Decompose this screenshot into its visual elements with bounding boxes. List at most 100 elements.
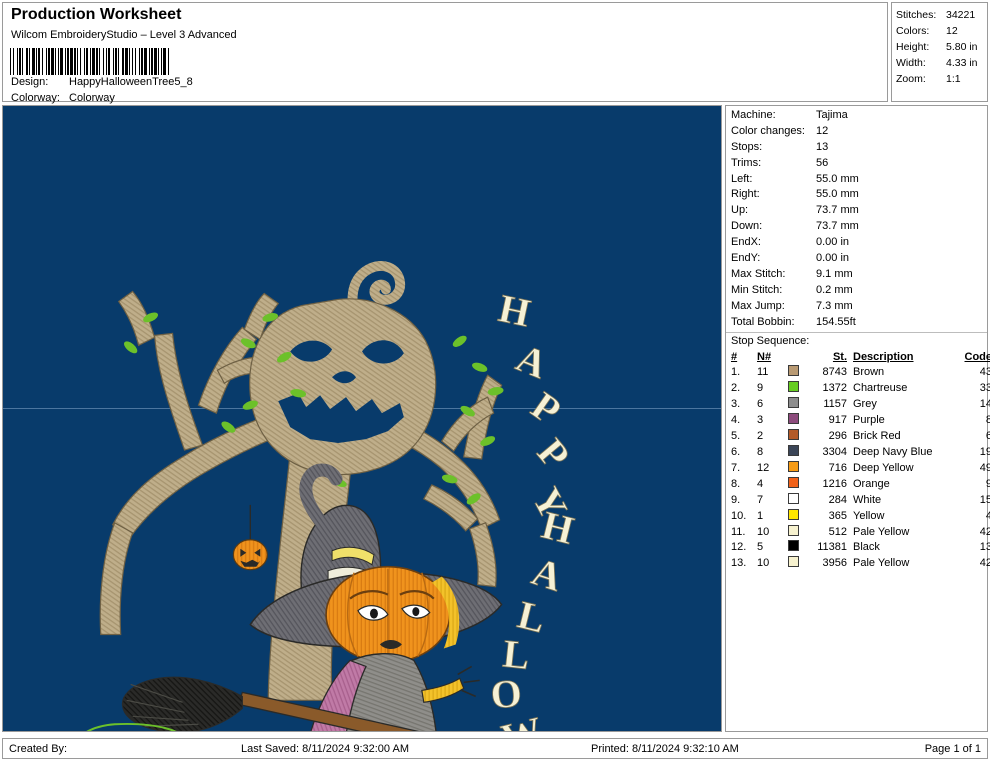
cell-color-swatch[interactable] bbox=[783, 413, 803, 429]
table-row[interactable]: 13.103956Pale Yellow42Wilcom bbox=[726, 556, 990, 572]
cell-code: 49 bbox=[979, 461, 990, 474]
info-row: Down: 73.7 mm bbox=[726, 219, 987, 235]
table-header-row: # N# St. Description Code Brand bbox=[726, 349, 990, 365]
table-row[interactable]: 3.61157Grey14Wilcom bbox=[726, 397, 990, 413]
cell-code: 33 bbox=[979, 382, 990, 395]
design-value: HappyHalloweenTree5_8 bbox=[69, 76, 193, 88]
svg-text:A: A bbox=[510, 335, 554, 388]
cell-color-swatch[interactable] bbox=[783, 476, 803, 493]
summary-row: Width: 4.33 in bbox=[892, 55, 987, 71]
cell-code: 13 bbox=[979, 541, 990, 554]
cell-code: 8 bbox=[985, 414, 990, 427]
footer-created-by: Created By: bbox=[9, 743, 68, 755]
summary-label: Colors: bbox=[896, 25, 930, 37]
cell-color-swatch[interactable] bbox=[783, 492, 803, 509]
cell-color-swatch[interactable] bbox=[783, 445, 803, 461]
info-row: Trims: 56 bbox=[726, 156, 987, 172]
table-row[interactable]: 5.2296Brick Red6Wilcom bbox=[726, 429, 990, 445]
header-title-box: Production Worksheet Wilcom EmbroiderySt… bbox=[2, 2, 888, 116]
cell-stitches: 365 bbox=[828, 509, 847, 522]
cell-code: 19 bbox=[979, 446, 990, 458]
table-row[interactable]: 1.118743Brown43Wilcom bbox=[726, 365, 990, 381]
cell-color-swatch[interactable] bbox=[783, 508, 803, 525]
cell-needle: 10 bbox=[757, 557, 770, 570]
cell-color-swatch[interactable] bbox=[783, 365, 803, 381]
happy-text-art: H A P P Y bbox=[494, 285, 579, 527]
info-value: 55.0 mm bbox=[816, 188, 859, 201]
table-row[interactable]: 9.7284White15Wilcom bbox=[726, 492, 990, 509]
cell-stitches: 296 bbox=[828, 430, 847, 443]
summary-value: 12 bbox=[946, 25, 958, 37]
embroidery-design-artwork: H A P P Y H A L L O W E E N bbox=[86, 261, 579, 731]
cell-color-swatch[interactable] bbox=[783, 540, 803, 556]
jack-o-lantern-tree-face bbox=[249, 298, 437, 476]
cell-code: 9 bbox=[985, 477, 990, 490]
cell-code: 15 bbox=[979, 493, 990, 506]
cell-color-swatch[interactable] bbox=[783, 429, 803, 445]
halloween-text-art: H A L L O W E E N bbox=[489, 501, 579, 731]
table-row[interactable]: 12.511381Black13Wilcom bbox=[726, 540, 990, 556]
cell-color-swatch[interactable] bbox=[783, 397, 803, 413]
cell-description: Pale Yellow bbox=[853, 557, 910, 570]
summary-value: 1:1 bbox=[946, 73, 961, 85]
cell-code: 4 bbox=[985, 509, 990, 522]
summary-label: Height: bbox=[896, 41, 930, 53]
table-row[interactable]: 4.3917Purple8Wilcom bbox=[726, 413, 990, 429]
cell-number: 5. bbox=[731, 430, 741, 443]
color-swatch-icon bbox=[787, 381, 799, 393]
info-value: 56 bbox=[816, 156, 829, 169]
col-header-stitches: St. bbox=[832, 351, 847, 364]
col-header-swatch bbox=[783, 349, 803, 365]
info-label: Right: bbox=[731, 188, 760, 201]
colorway-label: Colorway: bbox=[11, 92, 60, 104]
summary-label: Width: bbox=[896, 57, 926, 69]
cell-needle: 8 bbox=[757, 446, 764, 458]
table-row[interactable]: 7.12716Deep Yellow49Wilcom bbox=[726, 460, 990, 477]
cell-number: 4. bbox=[731, 414, 741, 427]
info-label: Up: bbox=[731, 204, 749, 217]
cell-code: 42 bbox=[979, 525, 990, 538]
summary-value: 5.80 in bbox=[946, 41, 978, 53]
color-swatch-icon bbox=[787, 524, 799, 536]
barcode-icon bbox=[10, 48, 298, 75]
svg-text:O: O bbox=[489, 670, 523, 717]
info-label: EndY: bbox=[731, 252, 761, 265]
col-header-code: Code bbox=[964, 351, 990, 364]
table-row[interactable]: 2.91372Chartreuse33Wilcom bbox=[726, 381, 990, 397]
info-value: 13 bbox=[816, 140, 829, 153]
table-row[interactable]: 6.83304Deep Navy Blue19Wilcom bbox=[726, 445, 990, 461]
svg-text:A: A bbox=[527, 548, 568, 600]
cell-description: White bbox=[853, 493, 882, 506]
info-row: Right: 55.0 mm bbox=[726, 187, 987, 203]
design-canvas[interactable]: H A P P Y H A L L O W E E N bbox=[2, 105, 722, 732]
table-row[interactable]: 8.41216Orange9Wilcom bbox=[726, 476, 990, 493]
table-row[interactable]: 10.1365Yellow4Wilcom bbox=[726, 508, 990, 525]
info-label: Min Stitch: bbox=[731, 283, 783, 296]
cell-stitches: 11381 bbox=[817, 541, 847, 554]
cell-number: 6. bbox=[731, 446, 741, 458]
cell-needle: 7 bbox=[757, 493, 764, 506]
color-swatch-icon bbox=[787, 540, 799, 552]
summary-value: 34221 bbox=[946, 9, 976, 21]
cell-color-swatch[interactable] bbox=[783, 524, 803, 541]
cell-needle: 11 bbox=[757, 366, 769, 379]
summary-value: 4.33 in bbox=[946, 57, 978, 69]
stop-sequence-title: Stop Sequence: bbox=[726, 332, 987, 349]
cell-needle: 6 bbox=[757, 398, 764, 411]
cell-stitches: 284 bbox=[828, 493, 847, 506]
summary-row: Colors: 12 bbox=[892, 23, 987, 39]
info-row: Machine: Tajima bbox=[726, 108, 987, 124]
info-label: Down: bbox=[731, 220, 763, 233]
cell-color-swatch[interactable] bbox=[783, 556, 803, 572]
info-value: 0.00 in bbox=[816, 252, 850, 265]
info-row: Left: 55.0 mm bbox=[726, 172, 987, 188]
info-value: 73.7 mm bbox=[816, 204, 859, 217]
info-value: 0.00 in bbox=[816, 236, 850, 249]
cell-color-swatch[interactable] bbox=[783, 381, 803, 397]
table-row[interactable]: 11.10512Pale Yellow42Wilcom bbox=[726, 524, 990, 541]
summary-row: Stitches: 34221 bbox=[892, 7, 987, 23]
cell-description: Pale Yellow bbox=[853, 525, 910, 538]
cell-description: Chartreuse bbox=[853, 382, 908, 395]
cell-description: Brick Red bbox=[853, 430, 901, 443]
cell-color-swatch[interactable] bbox=[783, 460, 803, 477]
